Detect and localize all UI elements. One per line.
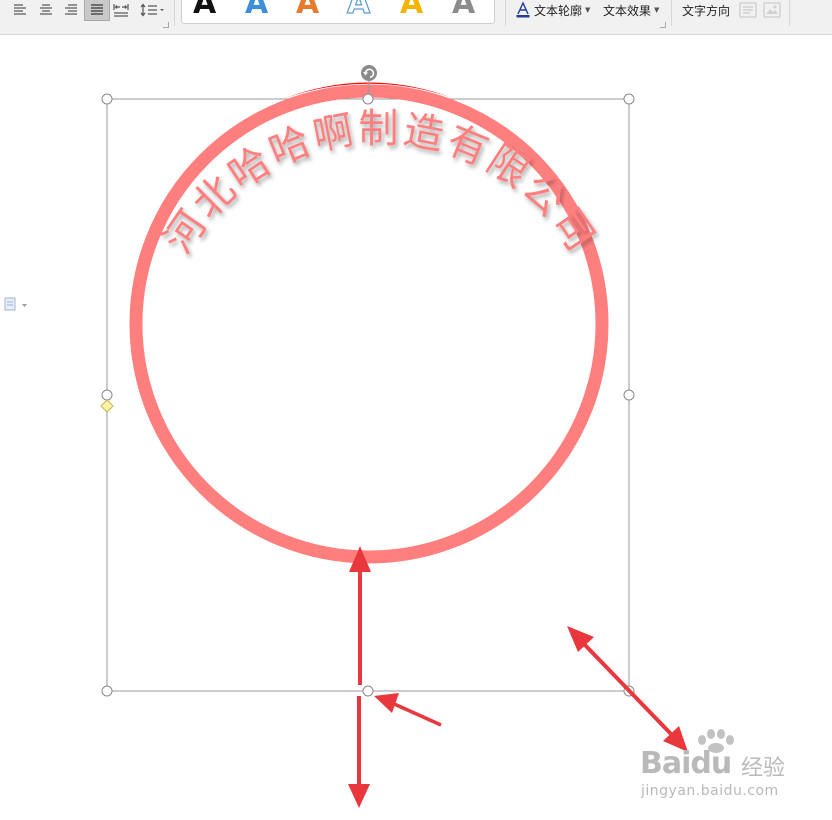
paragraph-marker-icon[interactable] [4, 297, 27, 311]
resize-handle-bottom[interactable] [362, 685, 374, 697]
resize-handle-left[interactable] [101, 389, 113, 401]
arrow-down-annotation [348, 696, 370, 808]
seal-arc-text[interactable]: 河北哈哈啊制造有限公司 [155, 106, 605, 262]
arrow-up-annotation [349, 546, 371, 685]
resize-handle-top[interactable] [362, 93, 374, 105]
document-canvas: 河北哈哈啊制造有限公司 [4, 65, 688, 808]
watermark-brand-cn: 经验 [741, 756, 786, 781]
resize-handle-right[interactable] [623, 389, 635, 401]
arrow-pointing-handle-annotation [374, 693, 442, 727]
resize-handle-top-left[interactable] [101, 93, 113, 105]
adjust-handle-diamond[interactable] [100, 399, 114, 413]
arrow-diagonal-annotation [567, 626, 688, 752]
watermark-url: jingyan.baidu.com [641, 783, 779, 799]
paw-logo-icon [698, 729, 734, 753]
resize-handle-top-right[interactable] [623, 93, 635, 105]
resize-handle-bottom-left[interactable] [101, 685, 113, 697]
seal-arc-textpath: 河北哈哈啊制造有限公司 [155, 106, 602, 262]
